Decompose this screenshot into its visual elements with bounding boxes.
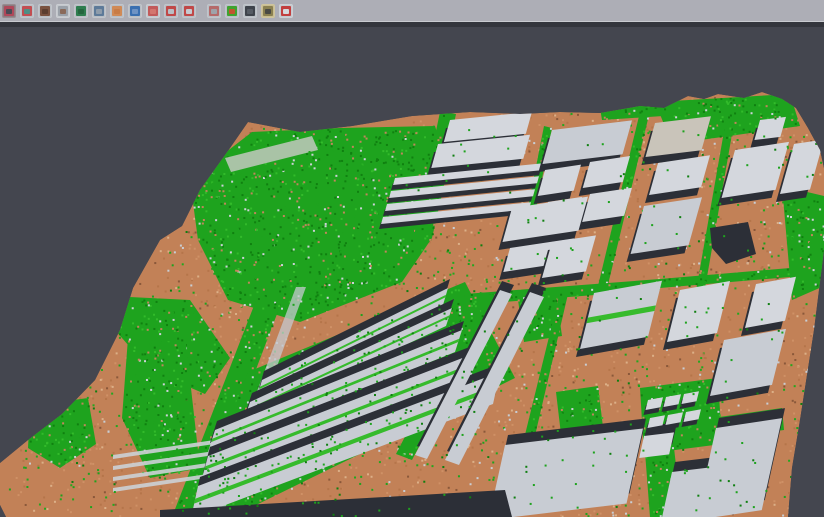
colored-points-icon[interactable] bbox=[20, 4, 34, 18]
terrain-brown-icon-glyph2 bbox=[42, 9, 48, 14]
toolbar-separator bbox=[200, 3, 207, 19]
terrain-brown-icon[interactable] bbox=[38, 4, 52, 18]
orange-box-icon-glyph2 bbox=[114, 9, 120, 14]
crosshair-icon[interactable] bbox=[164, 4, 178, 18]
crosshair-icon-glyph2 bbox=[168, 9, 174, 14]
classification-palette-icon[interactable] bbox=[225, 4, 239, 18]
red-flag-icon[interactable] bbox=[279, 4, 293, 18]
globe-icon[interactable] bbox=[128, 4, 142, 18]
profile-ruler-icon-glyph2 bbox=[96, 9, 102, 14]
points-cloud-icon[interactable] bbox=[2, 4, 16, 18]
selection-bounds-icon[interactable] bbox=[182, 4, 196, 18]
main-toolbar bbox=[0, 0, 824, 21]
dark-sphere-icon[interactable] bbox=[243, 4, 257, 18]
export-clip-icon[interactable] bbox=[261, 4, 275, 18]
terrain-green-icon[interactable] bbox=[74, 4, 88, 18]
classification-palette-icon-glyph2 bbox=[229, 9, 235, 14]
checker-red-icon-glyph2 bbox=[211, 9, 217, 14]
checker-red-icon[interactable] bbox=[207, 4, 221, 18]
sparse-points-icon-glyph2 bbox=[60, 9, 66, 14]
profile-ruler-icon[interactable] bbox=[92, 4, 106, 18]
red-list-icon-glyph2 bbox=[150, 9, 156, 14]
point-cloud-render[interactable] bbox=[0, 27, 824, 517]
orange-box-icon[interactable] bbox=[110, 4, 124, 18]
app-window bbox=[0, 0, 824, 517]
selection-bounds-icon-glyph2 bbox=[186, 9, 192, 14]
red-flag-icon-glyph2 bbox=[283, 9, 289, 14]
red-list-icon[interactable] bbox=[146, 4, 160, 18]
export-clip-icon-glyph2 bbox=[265, 9, 271, 14]
viewport-3d[interactable] bbox=[0, 27, 824, 517]
colored-points-icon-glyph2 bbox=[24, 9, 30, 14]
globe-icon-glyph2 bbox=[132, 9, 138, 14]
sparse-points-icon[interactable] bbox=[56, 4, 70, 18]
dark-sphere-icon-glyph2 bbox=[247, 9, 253, 14]
terrain-green-icon-glyph2 bbox=[78, 9, 84, 14]
points-cloud-icon-glyph2 bbox=[6, 9, 12, 14]
